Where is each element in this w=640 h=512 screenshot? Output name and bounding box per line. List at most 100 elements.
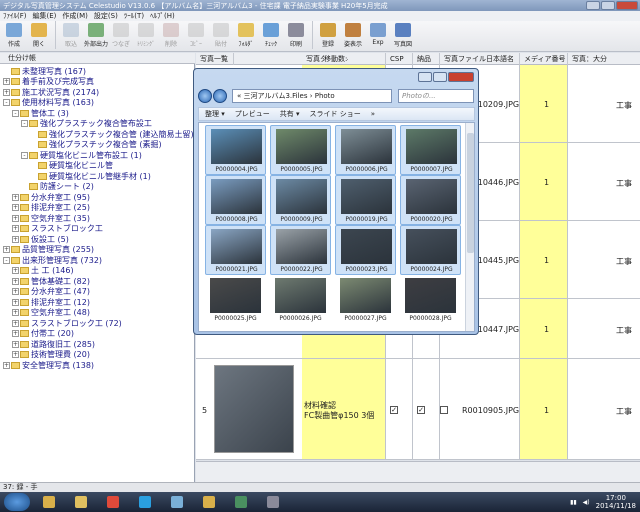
toolbar-button-check[interactable]: ﾁｪｯｸ — [259, 21, 283, 48]
toolbar-button-folder[interactable]: ﾌｫﾙﾀﾞ — [234, 21, 258, 48]
toolbar-button-paste[interactable]: 貼付 — [209, 21, 233, 48]
file-thumbnail[interactable]: P0000020.JPG — [400, 175, 461, 225]
collapse-icon[interactable]: - — [12, 109, 19, 117]
tree-node[interactable]: 強化プラスチック複合管 (建込簡易土留) — [30, 129, 194, 139]
expand-icon[interactable]: + — [3, 361, 10, 369]
file-thumbnail[interactable]: P0000007.JPG — [400, 125, 461, 175]
toolbar-button-copy[interactable]: ｺﾋﾟｰ — [184, 21, 208, 48]
flag1-checkbox[interactable]: ✓ — [390, 406, 398, 414]
tree-node[interactable]: + 付帯工 (20) — [12, 329, 74, 339]
expand-icon[interactable]: + — [12, 309, 19, 316]
toolbar-button-import[interactable]: 取込 — [59, 21, 83, 48]
toolbar-button-create[interactable]: 作成 — [2, 21, 26, 48]
flag2-checkbox[interactable]: ✓ — [417, 406, 425, 414]
tree-node[interactable]: 硬質塩化ビニル管継手材 (1) — [30, 171, 151, 181]
file-thumbnail[interactable]: P0000006.JPG — [335, 125, 396, 175]
close-button[interactable] — [616, 1, 638, 10]
file-thumbnail[interactable]: P0000019.JPG — [335, 175, 396, 225]
tree-node[interactable]: - 使用材料写真 (163) — [3, 98, 94, 108]
more-commands-button[interactable]: » — [371, 110, 375, 118]
expand-icon[interactable]: + — [3, 246, 10, 253]
scroll-thumb[interactable] — [467, 133, 474, 253]
expand-icon[interactable]: + — [3, 78, 10, 85]
tree-node[interactable]: - 硬質塩化ビニル管布設工 (1) — [21, 150, 142, 160]
tree-node[interactable]: + 空気弁室工 (35) — [12, 213, 90, 223]
toolbar-button-print[interactable]: 印刷 — [284, 21, 308, 48]
tree-node[interactable]: + 安全管理写真 (138) — [3, 360, 94, 370]
tree-node[interactable]: + 分水弁室工 (47) — [12, 287, 90, 297]
tree-node[interactable]: + 施工状況写真 (2174) — [3, 87, 99, 97]
file-thumbnail[interactable]: P0000025.JPG — [205, 275, 266, 325]
explorer-maximize-button[interactable] — [433, 72, 447, 82]
file-thumbnail[interactable]: P0000022.JPG — [270, 225, 331, 275]
file-thumbnail[interactable]: P0000024.JPG — [400, 225, 461, 275]
col-filename-header[interactable]: 写真ファイル日本語名 — [440, 52, 520, 65]
preview-button[interactable]: プレビュー — [235, 109, 270, 119]
start-button[interactable] — [4, 493, 30, 511]
expand-icon[interactable]: + — [12, 267, 19, 274]
toolbar-button-display[interactable]: 姿表示 — [341, 21, 365, 48]
taskbar-app-chrome[interactable] — [98, 494, 128, 511]
explorer-close-button[interactable] — [448, 72, 474, 82]
taskbar-app-app[interactable] — [162, 494, 192, 511]
explorer-window[interactable]: « 三河アルバム3.Files › Photo Photoの... 整理 ▾ プ… — [193, 68, 479, 335]
clock[interactable]: 17:00 2014/11/18 — [596, 494, 636, 510]
table-row[interactable]: 5 材料確認 FC製曲管φ150 3個 ✓ ✓ R0010905.JPG 1 工事 — [196, 359, 640, 460]
tree-node[interactable]: - 出来形管理写真 (732) — [3, 255, 102, 265]
tree-node[interactable]: + 土 工 (146) — [12, 266, 74, 276]
file-thumbnail[interactable]: P0000005.JPG — [270, 125, 331, 175]
file-thumbnail[interactable]: P0000028.JPG — [400, 275, 461, 325]
back-button[interactable] — [198, 89, 212, 103]
explorer-scrollbar[interactable] — [465, 123, 474, 331]
toolbar-button-exp[interactable]: Exp — [366, 21, 390, 46]
expand-icon[interactable]: + — [12, 235, 19, 243]
explorer-minimize-button[interactable] — [418, 72, 432, 82]
menu-file[interactable]: ﾌｧｲﾙ(F) — [3, 11, 27, 21]
row-photo-thumbnail[interactable] — [214, 365, 294, 453]
toolbar-button-delete[interactable]: 削除 — [159, 21, 183, 48]
toolbar-button-register[interactable]: 登録 — [316, 21, 340, 48]
collapse-icon[interactable]: - — [21, 120, 28, 127]
menu-settings[interactable]: 設定(S) — [94, 11, 118, 21]
share-menu[interactable]: 共有 ▾ — [280, 109, 300, 119]
organize-menu[interactable]: 整理 ▾ — [205, 109, 225, 119]
tree-node[interactable]: + 道路復旧工 (285) — [12, 339, 95, 349]
toolbar-button-photo-chart[interactable]: 写真図 — [391, 21, 415, 48]
expand-icon[interactable]: + — [12, 351, 19, 358]
taskbar-app-access[interactable] — [226, 494, 256, 511]
view-tab[interactable]: 写真一覧 — [196, 52, 234, 65]
tree-node[interactable]: - 強化プラスチック複合管布設工 — [21, 119, 152, 129]
tree-node[interactable]: + 仮設工 (5) — [12, 234, 69, 244]
expand-icon[interactable]: + — [12, 298, 19, 306]
slideshow-button[interactable]: スライド ショー — [310, 109, 361, 119]
tree-node[interactable]: + 品質管理写真 (255) — [3, 245, 94, 255]
menu-edit[interactable]: 編集(E) — [33, 11, 57, 21]
tree-node[interactable]: - 管体工 (3) — [12, 108, 69, 118]
tree-node[interactable]: + スラストブロック工 (72) — [12, 318, 122, 328]
tree-node[interactable]: + 管体基礎工 (82) — [12, 276, 90, 286]
col-flag2-header[interactable]: 納品 — [413, 52, 440, 65]
expand-icon[interactable]: + — [12, 288, 19, 295]
explorer-search-input[interactable]: Photoの... — [398, 89, 474, 103]
file-thumbnail[interactable]: P0000026.JPG — [270, 275, 331, 325]
expand-icon[interactable]: + — [3, 88, 10, 96]
flag3-checkbox[interactable] — [440, 406, 448, 414]
tree-tab[interactable]: 仕分け帳 — [0, 53, 195, 64]
toolbar-button-trim[interactable]: ﾄﾘﾐﾝｸﾞ — [134, 21, 158, 48]
tree-node[interactable]: + 着手前及び完成写真 — [3, 77, 94, 87]
tree-node[interactable]: + 空気弁室工 (48) — [12, 308, 90, 318]
expand-icon[interactable]: + — [12, 277, 19, 285]
expand-icon[interactable]: + — [12, 193, 19, 201]
volume-icon[interactable]: ◀) — [583, 499, 590, 506]
file-thumbnail[interactable]: P0000021.JPG — [205, 225, 266, 275]
minimize-button[interactable] — [586, 1, 600, 10]
collapse-icon[interactable]: - — [3, 256, 10, 264]
expand-icon[interactable]: + — [12, 340, 19, 348]
tree-node[interactable]: + スラストブロック工 — [12, 224, 103, 234]
address-bar[interactable]: « 三河アルバム3.Files › Photo — [232, 89, 392, 103]
file-thumbnail[interactable]: P0000027.JPG — [335, 275, 396, 325]
expand-icon[interactable]: + — [12, 214, 19, 222]
taskbar-app-folder[interactable] — [66, 494, 96, 511]
taskbar-app-photo-app[interactable] — [258, 494, 288, 511]
tree-node[interactable]: + 排泥弁室工 (12) — [12, 297, 90, 307]
